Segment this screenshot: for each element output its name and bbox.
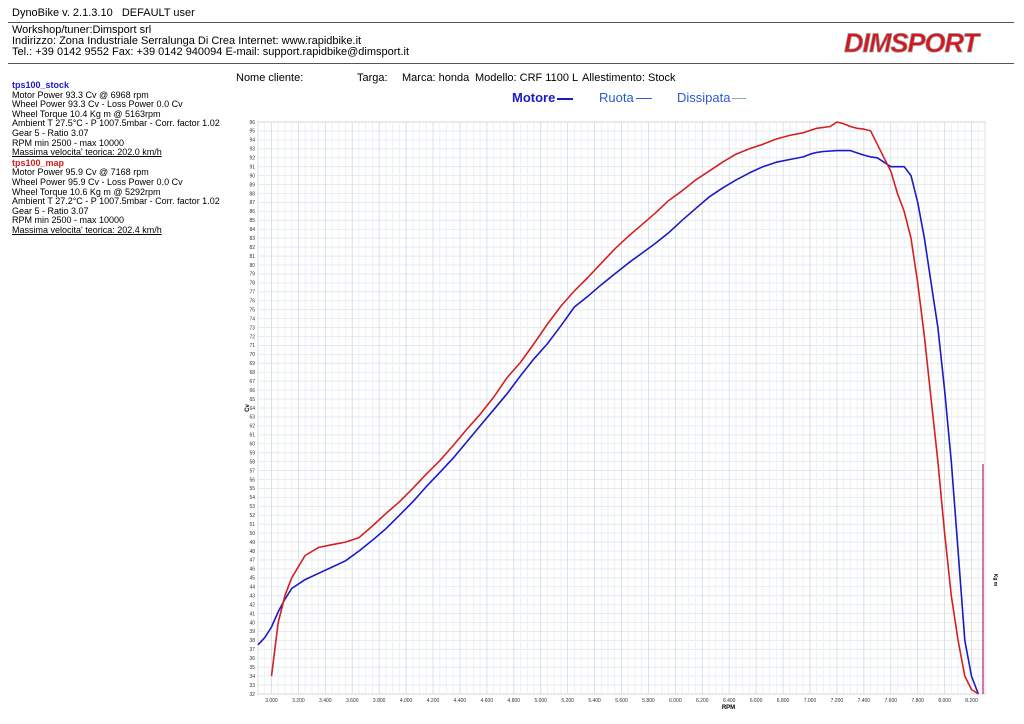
y-tick-label: 61 xyxy=(249,433,255,439)
x-tick-label: 6.800 xyxy=(777,698,790,704)
y-tick-label: 43 xyxy=(249,593,255,599)
y-tick-label: 65 xyxy=(249,397,255,403)
y-tick-label: 58 xyxy=(249,459,255,465)
y-tick-label: 73 xyxy=(249,325,255,331)
y-tick-label: 55 xyxy=(249,486,255,492)
x-tick-label: 4.800 xyxy=(508,698,521,704)
x-tick-label: 5.200 xyxy=(561,698,574,704)
x-tick-label: 3.800 xyxy=(373,698,386,704)
y-tick-label: 77 xyxy=(249,290,255,296)
y-tick-label: 79 xyxy=(249,272,255,278)
y-tick-label: 63 xyxy=(249,415,255,421)
x-tick-label: 5.600 xyxy=(615,698,628,704)
y-tick-label: 67 xyxy=(249,379,255,385)
x-tick-label: 7.000 xyxy=(804,698,817,704)
y-tick-label: 87 xyxy=(249,200,255,206)
y-tick-label: 76 xyxy=(249,299,255,305)
dyno-chart: 32 33 34 35 36 37 38 39 40 41 42 43 44 45 46 47 48 49 50 51… xyxy=(245,120,998,711)
x-tick-label: 7.400 xyxy=(858,698,871,704)
x-tick-label: 8.200 xyxy=(965,698,978,704)
y-tick-label: 88 xyxy=(249,191,255,197)
x-axis-label: RPM xyxy=(722,705,735,711)
y-tick-label: 52 xyxy=(249,513,255,519)
y-tick-label: 95 xyxy=(249,129,255,135)
x-tick-label: 3.000 xyxy=(265,698,278,704)
y-tick-label: 66 xyxy=(249,388,255,394)
y-tick-label: 56 xyxy=(249,477,255,483)
y-tick-label: 71 xyxy=(249,343,255,349)
y-tick-label: 85 xyxy=(249,218,255,224)
x-tick-label: 7.600 xyxy=(885,698,898,704)
y-tick-label: 89 xyxy=(249,182,255,188)
x-tick-label: 8.000 xyxy=(938,698,951,704)
x-tick-label: 5.800 xyxy=(642,698,655,704)
y-tick-label: 42 xyxy=(249,602,255,608)
y-axis-label: Cv xyxy=(245,404,251,412)
y-tick-label: 34 xyxy=(249,674,255,680)
x-tick-label: 5.400 xyxy=(588,698,601,704)
y-tick-label: 41 xyxy=(249,611,255,617)
x-tick-label: 3.600 xyxy=(346,698,359,704)
y-tick-label: 59 xyxy=(249,450,255,456)
y-tick-label: 46 xyxy=(249,567,255,573)
y-tick-label: 80 xyxy=(249,263,255,269)
y-tick-label: 69 xyxy=(249,361,255,367)
x-tick-label: 7.800 xyxy=(911,698,924,704)
y-tick-label: 35 xyxy=(249,665,255,671)
y-tick-label: 50 xyxy=(249,531,255,537)
y-tick-label: 60 xyxy=(249,442,255,448)
y-tick-label: 83 xyxy=(249,236,255,242)
x-tick-label: 4.400 xyxy=(454,698,467,704)
y-tick-label: 72 xyxy=(249,334,255,340)
y-tick-label: 44 xyxy=(249,585,255,591)
y-tick-label: 78 xyxy=(249,281,255,287)
y-tick-label: 32 xyxy=(249,692,255,698)
y-tick-label: 86 xyxy=(249,209,255,215)
y-tick-label: 96 xyxy=(249,120,255,126)
y-tick-label: 49 xyxy=(249,540,255,546)
y-tick-label: 82 xyxy=(249,245,255,251)
y-tick-label: 37 xyxy=(249,647,255,653)
y-tick-label: 39 xyxy=(249,629,255,635)
y-tick-label: 91 xyxy=(249,164,255,170)
x-tick-label: 4.600 xyxy=(481,698,494,704)
y-tick-label: 57 xyxy=(249,468,255,474)
y-tick-label: 45 xyxy=(249,576,255,582)
x-tick-label: 6.200 xyxy=(696,698,709,704)
y-tick-label: 74 xyxy=(249,316,255,322)
y-tick-label: 38 xyxy=(249,638,255,644)
x-tick-label: 6.600 xyxy=(750,698,763,704)
y-tick-label: 36 xyxy=(249,656,255,662)
y-tick-label: 54 xyxy=(249,495,255,501)
x-tick-label: 5.000 xyxy=(534,698,547,704)
y-tick-label: 62 xyxy=(249,424,255,430)
y-tick-label: 68 xyxy=(249,370,255,376)
x-tick-label: 4.000 xyxy=(400,698,413,704)
y-tick-label: 53 xyxy=(249,504,255,510)
y-tick-label: 70 xyxy=(249,352,255,358)
y-tick-label: 48 xyxy=(249,549,255,555)
y-tick-label: 40 xyxy=(249,620,255,626)
x-tick-label: 4.200 xyxy=(427,698,440,704)
y-tick-label: 51 xyxy=(249,522,255,528)
y-tick-label: 93 xyxy=(249,147,255,153)
y-tick-label: 94 xyxy=(249,138,255,144)
x-tick-label: 6.000 xyxy=(669,698,682,704)
y-tick-label: 92 xyxy=(249,156,255,162)
x-tick-label: 3.200 xyxy=(292,698,305,704)
y-tick-label: 33 xyxy=(249,683,255,689)
x-tick-label: 3.400 xyxy=(319,698,332,704)
y-tick-label: 84 xyxy=(249,227,255,233)
y-tick-label: 90 xyxy=(249,173,255,179)
y-tick-label: 75 xyxy=(249,307,255,313)
y-tick-label: 81 xyxy=(249,254,255,260)
x-tick-label: 7.200 xyxy=(831,698,844,704)
y2-axis-label: Kg m xyxy=(992,574,998,587)
x-tick-label: 6.400 xyxy=(723,698,736,704)
y-tick-label: 47 xyxy=(249,558,255,564)
